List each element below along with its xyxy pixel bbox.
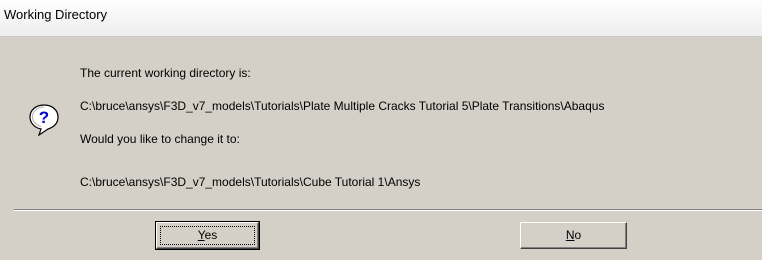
yes-button[interactable]: Yes (155, 221, 260, 250)
working-directory-dialog: Working Directory The current working di… (0, 0, 762, 260)
no-label: o (574, 228, 582, 242)
change-prompt: Would you like to change it to: (80, 132, 240, 146)
yes-accel: Y (197, 228, 205, 242)
current-dir-label: The current working directory is: (80, 66, 251, 80)
new-dir-path: C:\bruce\ansys\F3D_v7_models\Tutorials\C… (80, 175, 421, 189)
window-title: Working Directory (4, 7, 108, 22)
no-button[interactable]: No (520, 222, 627, 249)
yes-label: es (204, 228, 218, 242)
button-separator (14, 209, 762, 211)
title-bar[interactable]: Working Directory (0, 0, 762, 37)
current-dir-path: C:\bruce\ansys\F3D_v7_models\Tutorials\P… (80, 99, 605, 113)
svg-text:?: ? (39, 108, 49, 127)
question-icon: ? (29, 104, 59, 137)
